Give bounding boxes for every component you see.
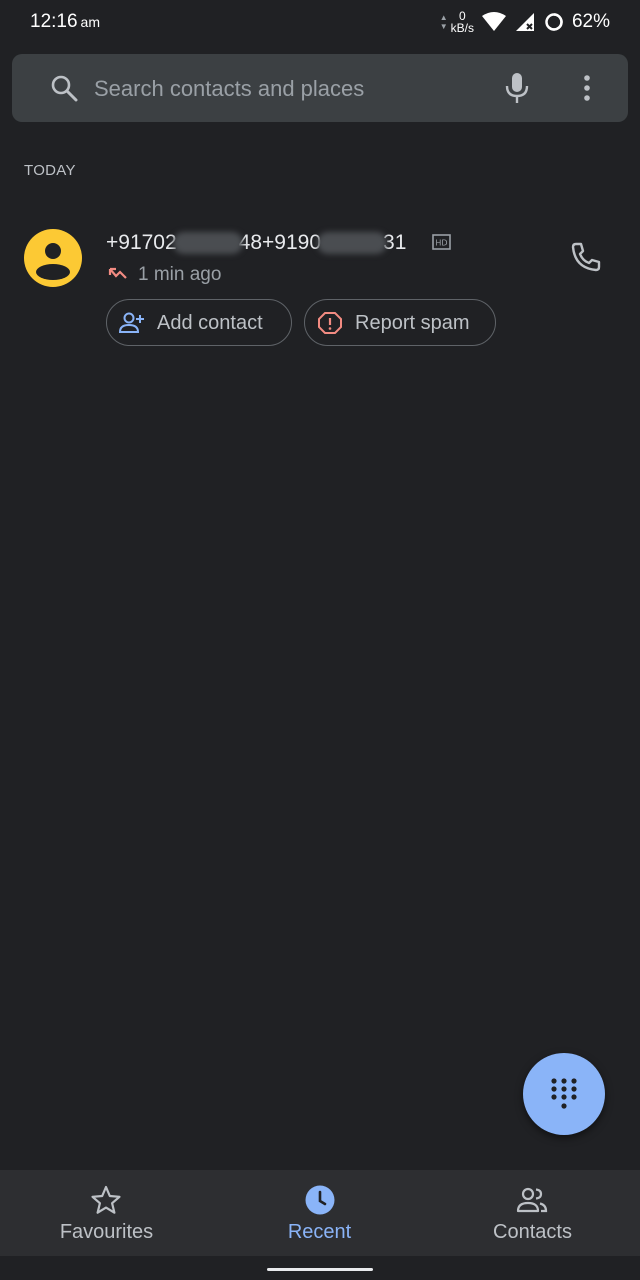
tab-recent[interactable]: Recent [213, 1170, 426, 1256]
cellular-signal-icon [515, 13, 534, 31]
clock-ampm: am [80, 14, 100, 30]
avatar[interactable] [24, 229, 82, 287]
tab-contacts[interactable]: Contacts [426, 1170, 639, 1256]
section-header-today: TODAY [24, 162, 76, 179]
person-icon [36, 243, 70, 280]
clock: 12:16 [30, 11, 78, 32]
add-contact-label: Add contact [157, 312, 263, 334]
star-icon [91, 1185, 121, 1214]
dialpad-button[interactable] [523, 1053, 605, 1135]
search-icon [51, 75, 78, 102]
add-contact-button[interactable]: Add contact [106, 299, 292, 346]
microphone-icon[interactable] [504, 72, 530, 104]
svg-text:HD: HD [435, 239, 447, 248]
clock-icon [305, 1185, 335, 1215]
status-time: 12:16 am [30, 11, 100, 33]
call-time: 1 min ago [138, 264, 222, 285]
caller-number: +91702 48+9190 31 [106, 231, 406, 255]
dialpad-icon [551, 1078, 577, 1109]
status-icons: ▲ ▼ 0 kB/s 62% [440, 10, 610, 34]
redacted-digits [172, 232, 243, 254]
number-segment-1: +91702 [106, 231, 177, 254]
call-back-phone-icon[interactable] [570, 241, 602, 273]
missed-call-icon [108, 267, 127, 279]
wifi-icon [481, 12, 506, 31]
report-spam-label: Report spam [355, 312, 470, 334]
more-options-icon[interactable] [578, 74, 596, 102]
tab-favourites-label: Favourites [59, 1221, 154, 1243]
report-spam-button[interactable]: Report spam [304, 299, 496, 346]
number-segment-2: 48+9190 [238, 231, 322, 254]
redacted-digits [317, 232, 388, 254]
tab-favourites[interactable]: Favourites [0, 1170, 213, 1256]
gesture-handle[interactable] [267, 1268, 373, 1271]
search-input[interactable]: Search contacts and places [94, 76, 364, 102]
hd-call-icon: HD [432, 234, 451, 250]
battery-ring-icon [545, 13, 563, 31]
net-speed-unit: kB/s [450, 21, 474, 35]
bottom-navigation: Favourites Recent Contacts [0, 1170, 640, 1256]
status-bar: 12:16 am ▲ ▼ 0 kB/s 62% [0, 0, 640, 44]
spam-alert-icon [318, 312, 342, 334]
search-bar[interactable]: Search contacts and places [12, 54, 628, 122]
add-person-icon [119, 312, 144, 333]
network-speed: ▲ ▼ 0 kB/s [440, 10, 474, 34]
tab-recent-label: Recent [287, 1221, 352, 1243]
tab-contacts-label: Contacts [493, 1221, 572, 1243]
contacts-people-icon [516, 1187, 548, 1213]
data-arrows-icon: ▲ ▼ [439, 13, 448, 31]
battery-percent: 62% [571, 11, 610, 32]
